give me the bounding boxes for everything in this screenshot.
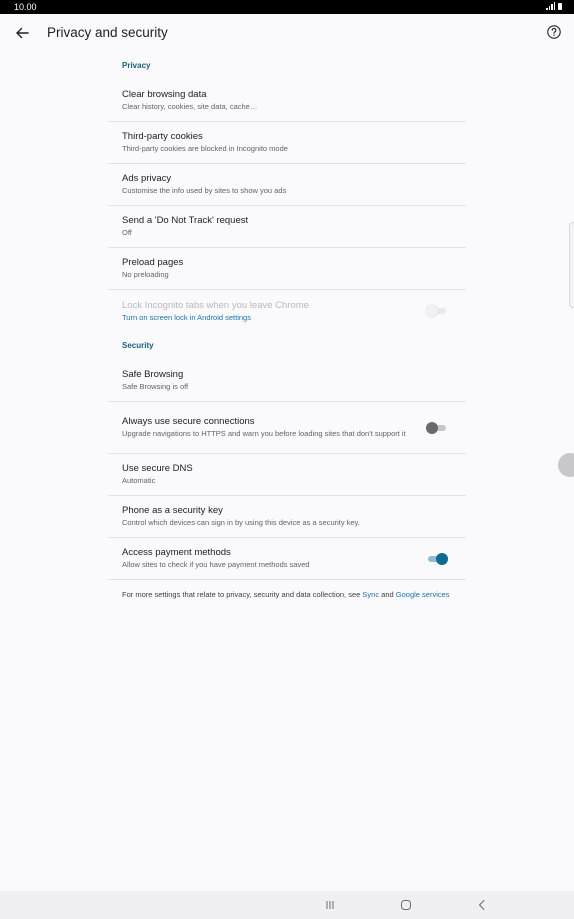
setting-title: Use secure DNS (122, 463, 193, 474)
setting-title: Access payment methods (122, 547, 231, 558)
setting-title: Ads privacy (122, 173, 172, 184)
screen-lock-settings-link[interactable]: Turn on screen lock in Android settings (122, 313, 406, 323)
page-title: Privacy and security (47, 25, 168, 40)
app-bar: Privacy and security (0, 14, 574, 52)
edge-panel-handle[interactable] (569, 222, 574, 308)
payment-methods-toggle[interactable] (426, 552, 448, 565)
footer-note: For more settings that relate to privacy… (108, 580, 466, 600)
setting-title: Phone as a security key (122, 505, 223, 516)
setting-lock-incognito-tabs: Lock Incognito tabs when you leave Chrom… (108, 290, 466, 332)
sync-link[interactable]: Sync (362, 590, 379, 599)
setting-subtitle: Safe Browsing is off (122, 382, 189, 391)
back-chevron-icon[interactable] (474, 897, 490, 913)
setting-subtitle: Automatic (122, 476, 156, 485)
battery-icon (558, 2, 562, 10)
setting-title: Clear browsing data (122, 89, 207, 100)
setting-subtitle: Allow sites to check if you have payment… (122, 560, 310, 569)
status-icons (546, 2, 562, 10)
setting-title: Always use secure connections (122, 416, 255, 427)
setting-clear-browsing-data[interactable]: Clear browsing data Clear history, cooki… (108, 80, 466, 122)
section-heading-privacy: Privacy (122, 61, 151, 70)
setting-subtitle: Upgrade navigations to HTTPS and warn yo… (122, 429, 406, 438)
setting-title: Third-party cookies (122, 131, 203, 142)
lock-incognito-toggle (426, 305, 448, 317)
setting-preload-pages[interactable]: Preload pages No preloading (108, 248, 466, 290)
setting-access-payment-methods[interactable]: Access payment methods Allow sites to ch… (108, 538, 466, 580)
setting-secure-connections[interactable]: Always use secure connections Upgrade na… (108, 402, 466, 454)
setting-title: Safe Browsing (122, 369, 184, 380)
footer-text: For more settings that relate to privacy… (122, 590, 363, 599)
secure-connections-toggle[interactable] (426, 421, 448, 434)
setting-third-party-cookies[interactable]: Third-party cookies Third-party cookies … (108, 122, 466, 164)
setting-do-not-track[interactable]: Send a 'Do Not Track' request Off (108, 206, 466, 248)
navigation-bar (0, 891, 574, 919)
recents-icon[interactable] (322, 897, 338, 913)
setting-subtitle: Clear history, cookies, site data, cache… (122, 102, 258, 111)
setting-safe-browsing[interactable]: Safe Browsing Safe Browsing is off (108, 360, 466, 402)
setting-subtitle: Customise the info used by sites to show… (122, 186, 287, 195)
status-time: 10.00 (14, 2, 37, 12)
setting-subtitle: No preloading (122, 270, 169, 279)
setting-phone-security-key[interactable]: Phone as a security key Control which de… (108, 496, 466, 538)
setting-title: Lock Incognito tabs when you leave Chrom… (122, 299, 309, 311)
help-circle-icon[interactable] (546, 24, 562, 40)
setting-title: Send a 'Do Not Track' request (122, 215, 249, 226)
setting-secure-dns[interactable]: Use secure DNS Automatic (108, 454, 466, 496)
settings-list: Privacy Clear browsing data Clear histor… (108, 52, 466, 600)
floating-bubble[interactable] (558, 453, 574, 477)
signal-icon (546, 2, 555, 10)
setting-ads-privacy[interactable]: Ads privacy Customise the info used by s… (108, 164, 466, 206)
setting-subtitle: Control which devices can sign in by usi… (122, 518, 360, 527)
status-bar: 10.00 (0, 0, 574, 14)
arrow-left-icon[interactable] (12, 23, 32, 43)
setting-subtitle: Third-party cookies are blocked in Incog… (122, 144, 288, 153)
setting-title: Preload pages (122, 257, 184, 268)
home-icon[interactable] (398, 897, 414, 913)
section-heading-security: Security (122, 341, 154, 350)
setting-subtitle: Off (122, 228, 132, 237)
footer-text-and: and (379, 590, 396, 599)
google-services-link[interactable]: Google services (396, 590, 450, 599)
